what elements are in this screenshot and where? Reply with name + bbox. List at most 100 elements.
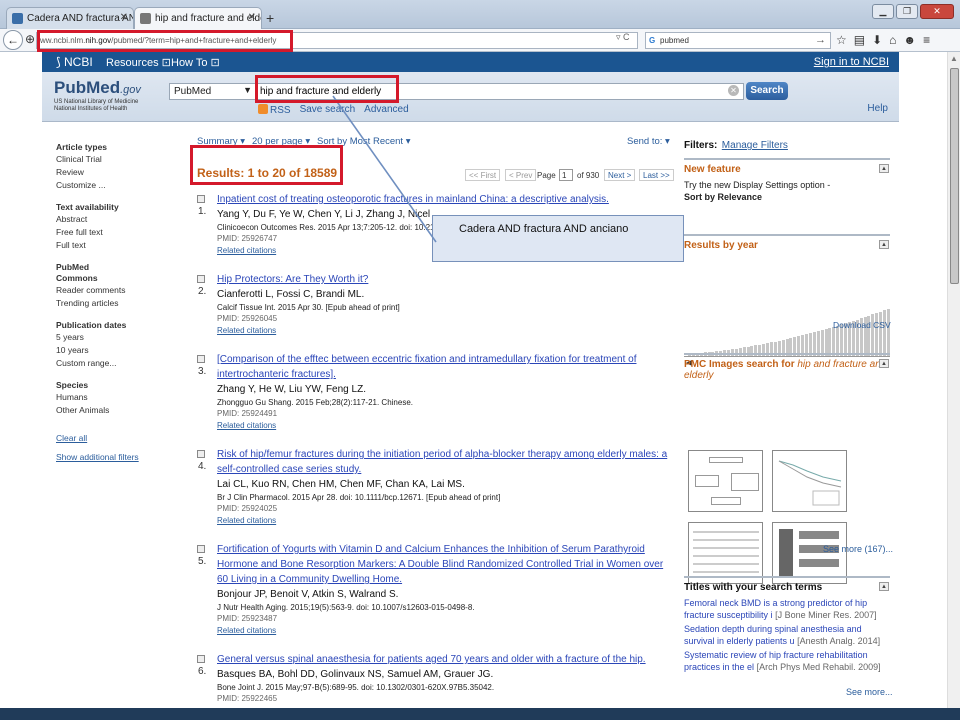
year-bar[interactable] <box>828 327 832 356</box>
titles-see-more-link[interactable]: See more... <box>846 687 893 697</box>
result-title-link[interactable]: Hip Protectors: Are They Worth it? <box>217 272 675 287</box>
last-page-button[interactable]: Last >> <box>639 169 674 181</box>
new-tab-icon[interactable]: + <box>266 10 274 26</box>
per-page-dropdown[interactable]: 20 per page ▾ <box>252 136 310 147</box>
result-journal: Zhongguo Gu Shang. 2015 Feb;28(2):117-21… <box>217 398 413 407</box>
database-select[interactable]: PubMed ▼ <box>169 83 257 100</box>
result-checkbox[interactable] <box>197 275 205 283</box>
menu-icon[interactable]: ≡ <box>923 33 930 47</box>
result-title-link[interactable]: Inpatient cost of treating osteoporotic … <box>217 192 675 207</box>
search-input[interactable]: hip and fracture and elderly <box>255 83 744 100</box>
pmc-see-more-link[interactable]: See more (167)... <box>823 544 893 554</box>
vertical-scrollbar[interactable]: ▲ <box>947 52 960 712</box>
first-page-button[interactable]: << First <box>465 169 501 181</box>
pmc-image-thumbnail[interactable] <box>688 522 763 584</box>
collapse-icon[interactable]: ▲ <box>879 240 889 249</box>
howto-menu[interactable]: How To ⊡ <box>171 56 220 69</box>
result-body: Risk of hip/femur fractures during the i… <box>217 447 675 526</box>
result-title-link[interactable]: Fortification of Yogurts with Vitamin D … <box>217 542 675 587</box>
results-by-year-chart[interactable] <box>684 307 890 357</box>
filter-full-text[interactable]: Full text <box>56 239 156 252</box>
related-citations-link[interactable]: Related citations <box>217 515 675 526</box>
scrollbar-thumb[interactable] <box>950 68 959 284</box>
send-to-dropdown[interactable]: Send to: ▾ <box>627 136 670 147</box>
filter-reader-comments[interactable]: Reader comments <box>56 284 156 297</box>
scroll-up-icon[interactable]: ▲ <box>950 54 958 63</box>
clear-all-link[interactable]: Clear all <box>56 433 156 443</box>
clear-query-icon[interactable]: ✕ <box>728 85 739 96</box>
related-citations-link[interactable]: Related citations <box>217 420 675 431</box>
result-title-link[interactable]: General versus spinal anaesthesia for pa… <box>217 652 675 667</box>
star-icon[interactable]: ☆ <box>836 33 847 47</box>
result-checkbox[interactable] <box>197 655 205 663</box>
filter-custom-range[interactable]: Custom range... <box>56 357 156 370</box>
tab-hip-fracture[interactable]: hip and fracture and elderl... ✕ <box>134 7 262 30</box>
result-title-link[interactable]: Risk of hip/femur fractures during the i… <box>217 447 675 477</box>
save-search-link[interactable]: Save search <box>300 104 356 116</box>
filter-10-years[interactable]: 10 years <box>56 344 156 357</box>
pmc-image-thumbnail[interactable] <box>772 450 847 512</box>
filter-abstract[interactable]: Abstract <box>56 213 156 226</box>
sort-dropdown[interactable]: Sort by Most Recent ▾ <box>317 136 410 147</box>
close-tab-icon[interactable]: ✕ <box>248 12 256 23</box>
filter-review[interactable]: Review <box>56 166 156 179</box>
year-bar[interactable] <box>824 328 828 356</box>
manage-filters-link[interactable]: Manage Filters <box>722 140 788 151</box>
related-citations-link[interactable]: Related citations <box>217 625 675 636</box>
close-tab-icon[interactable]: ✕ <box>120 12 128 23</box>
related-title-link[interactable]: Femoral neck BMD is a strong predictor o… <box>684 597 890 621</box>
related-title-link[interactable]: Systematic review of hip fracture rehabi… <box>684 649 890 673</box>
ncbi-logo[interactable]: ⟆ NCBI <box>56 55 93 69</box>
download-csv-link[interactable]: Download CSV <box>833 320 891 330</box>
page-number-input[interactable]: 1 <box>559 169 573 181</box>
filter-clinical-trial[interactable]: Clinical Trial <box>56 153 156 166</box>
maximize-icon[interactable]: ❐ <box>896 4 918 19</box>
reload-icon[interactable]: ▿ C <box>616 32 630 43</box>
resources-menu[interactable]: Resources ⊡ <box>106 56 171 69</box>
show-additional-filters-link[interactable]: Show additional filters <box>56 452 156 462</box>
related-citations-link[interactable]: Related citations <box>217 325 675 336</box>
filter-humans[interactable]: Humans <box>56 391 156 404</box>
next-page-button[interactable]: Next > <box>604 169 636 181</box>
back-arrow-icon[interactable]: ← <box>3 30 23 50</box>
download-icon[interactable]: ⬇ <box>872 33 882 47</box>
result-title-link[interactable]: [Comparison of the efftec between eccent… <box>217 352 675 382</box>
minimize-icon[interactable]: ▁ <box>872 4 894 19</box>
summary-format-dropdown[interactable]: Summary ▾ <box>197 136 245 147</box>
pubmed-logo[interactable]: PubMed.gov <box>54 78 141 98</box>
filter-trending-articles[interactable]: Trending articles <box>56 297 156 310</box>
filter-5-years[interactable]: 5 years <box>56 331 156 344</box>
collapse-icon[interactable]: ▲ <box>879 359 889 368</box>
filter-free-full-text[interactable]: Free full text <box>56 226 156 239</box>
sign-in-link[interactable]: Sign in to NCBI <box>814 56 889 68</box>
home-icon[interactable]: ⌂ <box>889 33 896 47</box>
filter-other-animals[interactable]: Other Animals <box>56 404 156 417</box>
prev-page-button[interactable]: < Prev <box>505 169 537 181</box>
tab-cadera[interactable]: Cadera AND fractura AND ... ✕ <box>6 7 134 29</box>
year-bar[interactable] <box>886 309 890 356</box>
collapse-icon[interactable]: ▲ <box>879 582 889 591</box>
year-bar[interactable] <box>879 311 883 356</box>
collapse-icon[interactable]: ▲ <box>879 164 889 173</box>
year-bar[interactable] <box>832 326 836 356</box>
search-button[interactable]: Search <box>746 82 788 100</box>
url-bar[interactable]: ww.ncbi.nlm.nih.gov/pubmed/?term=hip+and… <box>36 32 638 49</box>
sort-by-relevance-link[interactable]: Sort by Relevance <box>684 191 890 203</box>
search-go-icon[interactable]: → <box>815 34 826 46</box>
year-bar[interactable] <box>836 325 840 356</box>
related-title-link[interactable]: Sedation depth during spinal anesthesia … <box>684 623 890 647</box>
chat-icon[interactable]: ☻ <box>903 33 916 47</box>
year-bar[interactable] <box>883 310 886 356</box>
result-checkbox[interactable] <box>197 545 205 553</box>
result-checkbox[interactable] <box>197 355 205 363</box>
close-window-icon[interactable]: ✕ <box>920 4 954 19</box>
rss-link[interactable]: RSS <box>258 104 291 116</box>
filter-customize[interactable]: Customize ... <box>56 179 156 192</box>
advanced-link[interactable]: Advanced <box>364 104 408 116</box>
help-link[interactable]: Help <box>867 103 888 114</box>
result-checkbox[interactable] <box>197 450 205 458</box>
pmc-image-thumbnail[interactable] <box>688 450 763 512</box>
bookmarks-icon[interactable]: ▤ <box>854 33 865 47</box>
result-checkbox[interactable] <box>197 195 205 203</box>
browser-search-box[interactable]: G pubmed → <box>645 32 831 49</box>
